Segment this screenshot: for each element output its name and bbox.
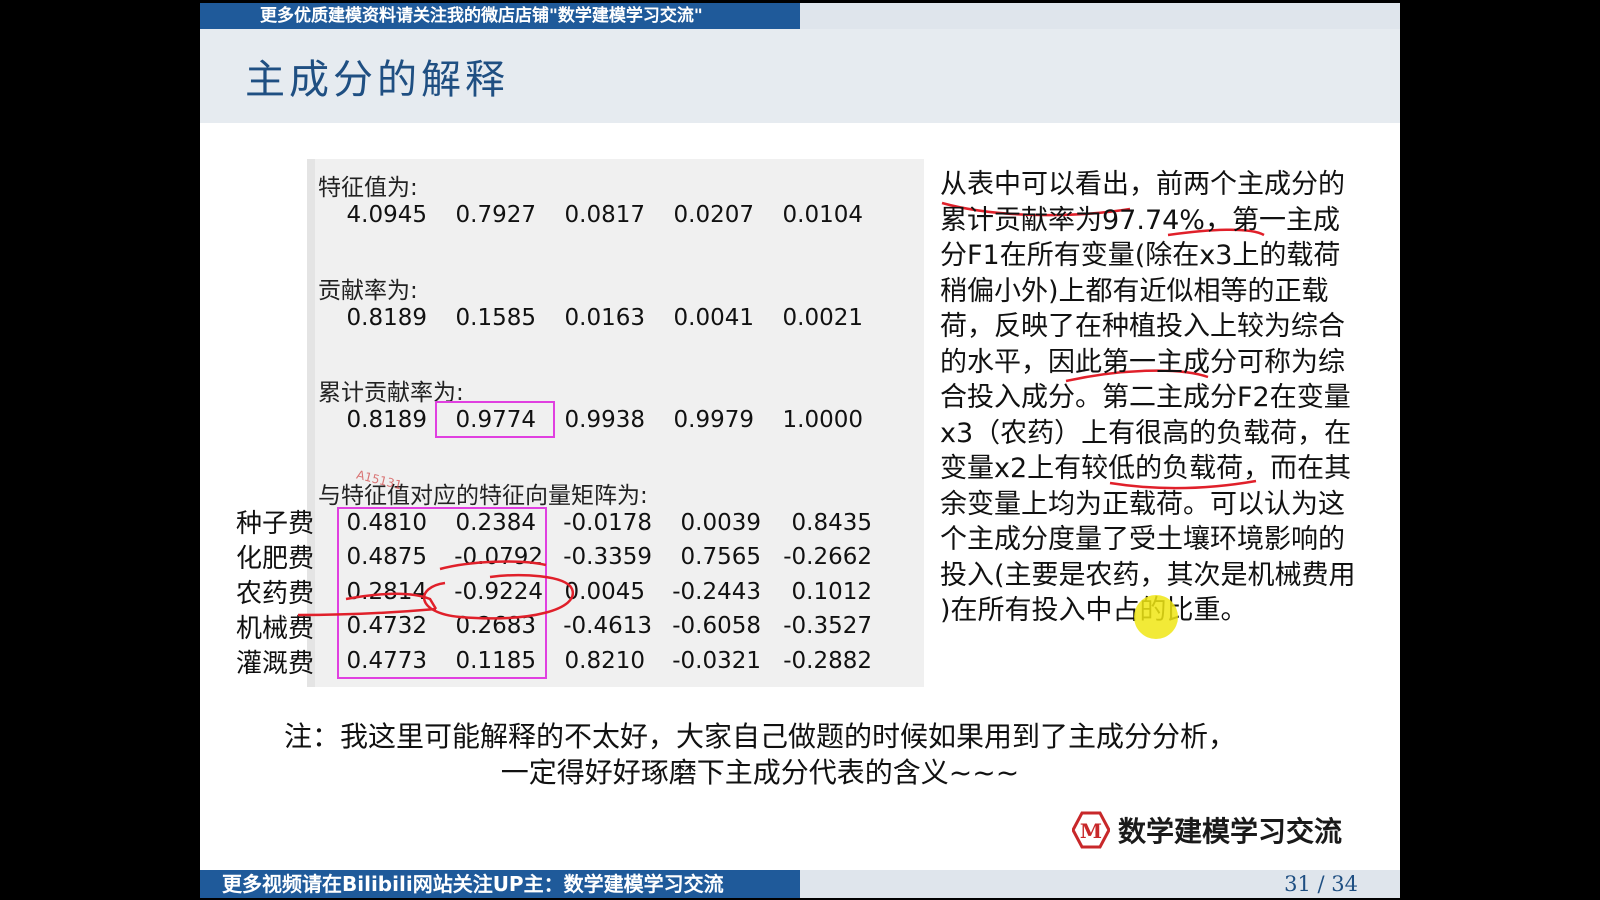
note: 注：我这里可能解释的不太好，大家自己做题的时候如果用到了主成分分析， 一定得好好… xyxy=(200,719,1320,791)
row-label: 灌溉费 xyxy=(236,649,315,679)
matrix-cell: 0.1012 xyxy=(791,579,872,605)
eigenvalue: 0.7927 xyxy=(455,202,536,228)
cumulative-value: 0.9938 xyxy=(564,407,645,433)
matrix-cell: 0.7565 xyxy=(680,544,761,570)
matrix-cell: -0.0178 xyxy=(563,510,652,536)
row-label: 机械费 xyxy=(236,614,315,644)
matrix-cell: -0.2443 xyxy=(672,579,761,605)
first-two-components-box xyxy=(337,507,547,679)
contribution-value: 0.0021 xyxy=(782,305,863,331)
bottom-banner: 更多视频请在Bilibili网站关注UP主：数学建模学习交流 xyxy=(200,870,800,898)
matrix-cell: -0.6058 xyxy=(672,613,761,639)
logo-text: 数学建模学习交流 xyxy=(1118,815,1343,848)
svg-text:M: M xyxy=(1080,819,1102,843)
matrix-cell: -0.2662 xyxy=(783,544,872,570)
matrix-cell: -0.0321 xyxy=(672,648,761,674)
matrix-cell: -0.3359 xyxy=(563,544,652,570)
cumulative-value: 1.0000 xyxy=(782,407,863,433)
eigenvalue: 0.0207 xyxy=(673,202,754,228)
eigenvalue: 4.0945 xyxy=(346,202,427,228)
note-line-2: 一定得好好琢磨下主成分代表的含义~~~ xyxy=(500,756,1020,789)
eigenvalues-label: 特征值为: xyxy=(318,175,418,201)
cumulative-value: 0.8189 xyxy=(346,407,427,433)
matrix-cell: 0.0039 xyxy=(680,510,761,536)
matrix-cell: 0.8435 xyxy=(791,510,872,536)
row-label: 种子费 xyxy=(236,509,315,539)
matrix-cell: -0.2882 xyxy=(783,648,872,674)
cumulative-highlight-box xyxy=(435,401,555,438)
slide: 更多优质建模资料请关注我的微店店铺"数学建模学习交流" 主成分的解释 特征值为:… xyxy=(200,3,1400,898)
eigenvalue: 0.0817 xyxy=(564,202,645,228)
matrix-cell: 0.8210 xyxy=(564,648,645,674)
matrix-cell: 0.0045 xyxy=(564,579,645,605)
eigenvalue: 0.0104 xyxy=(782,202,863,228)
row-label: 化肥费 xyxy=(236,544,315,574)
brand-logo: M 数学建模学习交流 xyxy=(1071,805,1343,855)
top-banner-strip xyxy=(800,3,1400,29)
matrix-cell: -0.4613 xyxy=(563,613,652,639)
contribution-value: 0.0163 xyxy=(564,305,645,331)
pointer-highlight xyxy=(1134,595,1178,639)
contribution-value: 0.8189 xyxy=(346,305,427,331)
top-banner: 更多优质建模资料请关注我的微店店铺"数学建模学习交流" xyxy=(200,3,800,29)
row-label: 农药费 xyxy=(236,579,315,609)
page-number: 31 / 34 xyxy=(1284,872,1358,896)
cumulative-value: 0.9979 xyxy=(673,407,754,433)
contribution-label: 贡献率为: xyxy=(318,278,418,304)
explanation-text: 从表中可以看出，前两个主成分的累计贡献率为97.74%，第一主成分F1在所有变量… xyxy=(940,169,1356,626)
matrix-cell: -0.3527 xyxy=(783,613,872,639)
contribution-value: 0.0041 xyxy=(673,305,754,331)
m-logo-icon: M xyxy=(1071,811,1111,849)
contribution-value: 0.1585 xyxy=(455,305,536,331)
note-line-1: 注：我这里可能解释的不太好，大家自己做题的时候如果用到了主成分分析， xyxy=(283,720,1236,753)
slide-title: 主成分的解释 xyxy=(245,57,509,103)
